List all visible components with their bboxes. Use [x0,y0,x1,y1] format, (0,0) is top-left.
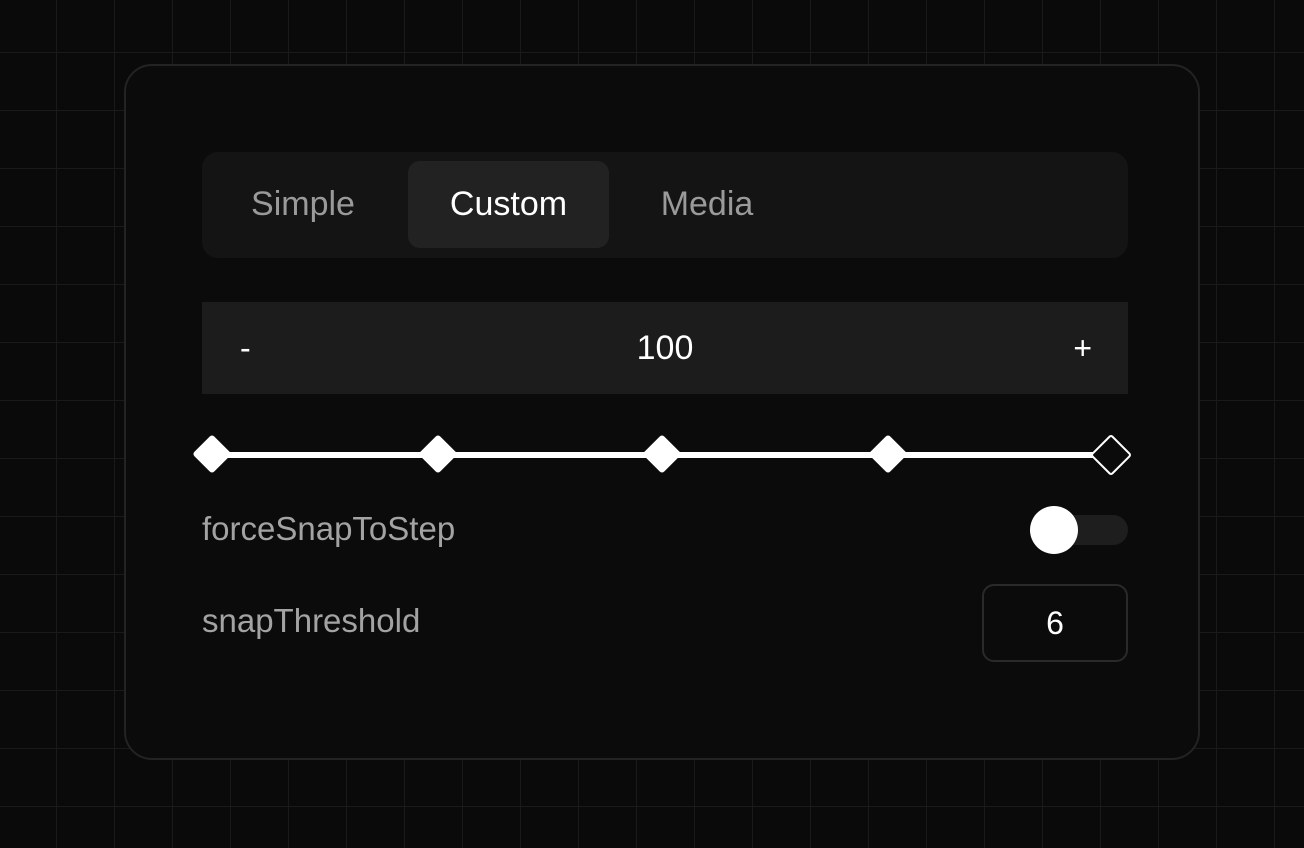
increment-button[interactable]: + [1073,302,1092,394]
snap-threshold-input[interactable] [982,584,1128,662]
snap-threshold-label: snapThreshold [202,602,421,639]
stepper-value: 100 [636,329,694,367]
toggle-knob[interactable] [1030,506,1078,554]
number-stepper: 100 - + [202,302,1128,394]
settings-card: Simple Custom Media 100 - + forceSnapToS… [124,64,1200,760]
tab-media[interactable]: Media [634,161,780,248]
tab-bar: Simple Custom Media [202,152,1128,258]
slider-step-marker-3[interactable] [642,434,682,474]
slider-step-marker-1[interactable] [192,434,232,474]
tab-simple[interactable]: Simple [228,161,378,248]
slider-step-marker-4[interactable] [868,434,908,474]
slider-thumb[interactable] [1089,433,1133,477]
force-snap-toggle[interactable] [1030,506,1128,554]
decrement-button[interactable]: - [240,302,251,394]
tab-custom[interactable]: Custom [408,161,609,248]
step-slider[interactable] [190,430,1140,480]
slider-step-marker-2[interactable] [418,434,458,474]
force-snap-label: forceSnapToStep [202,510,456,547]
